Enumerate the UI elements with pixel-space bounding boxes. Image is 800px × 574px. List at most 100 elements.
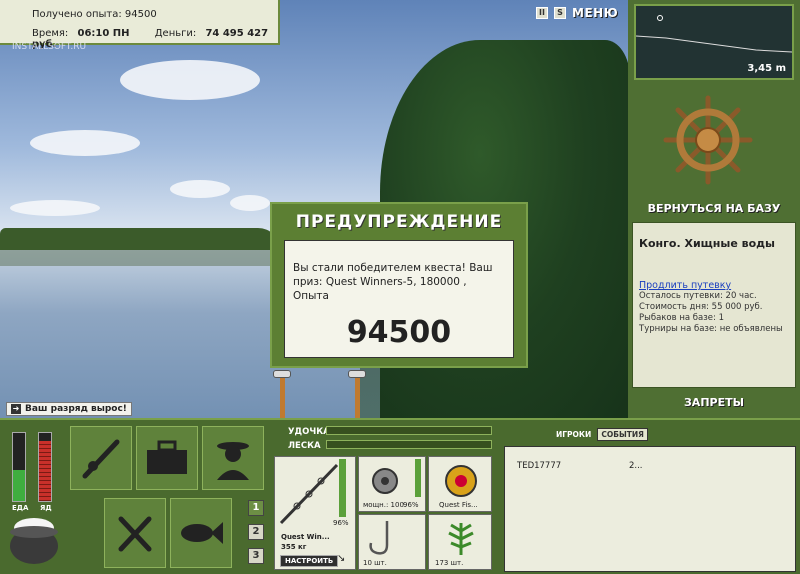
info-line: Стоимость дня: 55 000 руб. [639, 302, 763, 312]
bottom-panel: ЕДА ЯД 1 2 3 УДОЧКА ЛЕСКА 96% Quest Win.… [0, 418, 800, 574]
reel-durability-bar [415, 459, 421, 497]
exp-label: Получено опыта: [32, 9, 122, 20]
diagonal-arrow-icon: ↘ [337, 553, 346, 564]
dialog-exp-value: 94500 [346, 315, 452, 350]
rod-percent: 96% [333, 519, 349, 527]
cloud [30, 130, 140, 156]
page-button-3[interactable]: 3 [248, 548, 264, 564]
cloud [120, 60, 260, 100]
depth-line [636, 35, 792, 53]
dialog-body: Вы стали победителем квеста! Ваш приз: Q… [284, 240, 514, 358]
setup-button[interactable]: НАСТРОИТЬ [280, 555, 339, 567]
float-marker [657, 15, 663, 21]
hook-icon [369, 521, 389, 555]
hook-caption: 10 шт. [363, 559, 387, 567]
hook-slot[interactable]: 10 шт. [358, 514, 426, 570]
needs-meters: ЕДА ЯД [10, 432, 58, 512]
line-label: ЛЕСКА [288, 441, 321, 451]
rod-stand-head [273, 370, 291, 378]
pause-icon[interactable]: II [536, 7, 548, 19]
tackle-box-icon [147, 440, 187, 474]
rank-message: Ваш разряд вырос! [25, 404, 127, 414]
rod-durability-bar [339, 459, 346, 517]
rank-notification[interactable]: ➜ Ваш разряд вырос! [6, 402, 132, 416]
sound-icon[interactable]: S [554, 7, 566, 19]
dialog-message: Вы стали победителем квеста! Ваш приз: Q… [293, 262, 493, 302]
tab-events[interactable]: СОБЫТИЯ [597, 428, 648, 441]
player-value: 2... [629, 461, 643, 471]
location-title: Конго. Хищные воды [639, 237, 775, 250]
menu-button[interactable]: МЕНЮ [572, 6, 618, 20]
tackle-panel: УДОЧКА ЛЕСКА 96% Quest Win... 355 кг НАС… [270, 424, 496, 574]
tab-players[interactable]: ИГРОКИ [556, 430, 591, 439]
cloud [170, 180, 230, 198]
bans-button[interactable]: ЗАПРЕТЫ [628, 396, 800, 409]
fish-keeper-tile[interactable] [170, 498, 232, 568]
rod-slot[interactable]: 96% Quest Win... 355 кг НАСТРОИТЬ ↘ [274, 456, 356, 570]
extend-trip-link[interactable]: Продлить путевку [639, 280, 789, 291]
fork-knife-icon [118, 516, 152, 552]
top-toolbar: II S МЕНЮ [536, 6, 618, 20]
arrow-right-icon: ➜ [11, 404, 21, 414]
back-to-base-button[interactable]: ВЕРНУТЬСЯ НА БАЗУ [628, 202, 800, 215]
shore-reflection [0, 250, 280, 266]
food-label: ЕДА [12, 504, 29, 512]
right-panel: 3,45 m ВЕРНУТЬСЯ НА БАЗУ Конго. Хищные в… [628, 0, 800, 418]
tackle-box-tile[interactable] [136, 426, 198, 490]
distant-shore [0, 228, 280, 250]
fishing-rod-icon [82, 439, 120, 479]
rod-stand-head [348, 370, 366, 378]
poison-meter [38, 432, 52, 502]
reel-slot[interactable]: мощн.: 100 96% [358, 456, 426, 512]
bait-slot[interactable]: 173 шт. [428, 514, 492, 570]
list-item[interactable]: TED17777 2... [517, 461, 795, 471]
poison-label: ЯД [40, 504, 52, 512]
dialog-title: ПРЕДУПРЕЖДЕНИЕ [295, 212, 503, 232]
reel-percent: 96% [403, 501, 419, 509]
fisherman-tile[interactable] [202, 426, 264, 490]
players-panel: ИГРОКИ СОБЫТИЯ TED17777 2... [502, 424, 798, 574]
info-line: Осталось путевки: 20 час. [639, 291, 757, 301]
fisherman-icon [217, 442, 249, 480]
bait-caption: 173 шт. [435, 559, 464, 567]
cloud [10, 200, 100, 216]
line-spool-icon [445, 465, 477, 497]
food-meter [12, 432, 26, 502]
cauldron-icon[interactable] [8, 512, 60, 568]
poison-meter-fill [39, 441, 51, 501]
info-line: Рыбаков на базе: 1 [639, 313, 724, 323]
rod-bar [326, 426, 492, 435]
line-bar [326, 440, 492, 449]
line-caption: Quest Fis... [439, 501, 478, 509]
time-value: 06:10 ПН [77, 28, 130, 39]
depth-sonar: 3,45 m [634, 4, 794, 80]
depth-value: 3,45 m [747, 63, 786, 74]
rod-slot-tile[interactable] [70, 426, 132, 490]
ship-wheel-icon[interactable] [662, 94, 754, 186]
status-panel: Получено опыта: 94500 Время: 06:10 ПН Де… [0, 0, 280, 50]
reel-caption: мощн.: 100 [363, 501, 404, 509]
time-label: Время: [32, 28, 69, 39]
cloud [230, 195, 270, 211]
rod-label: УДОЧКА [288, 427, 330, 437]
food-tile[interactable] [104, 498, 166, 568]
rod-name: Quest Win... [281, 533, 330, 541]
reel-icon [372, 468, 398, 494]
watermark: INSTALLSOFT.RU [12, 42, 87, 52]
player-name: TED17777 [517, 461, 562, 471]
rod-image-icon [279, 463, 339, 525]
info-line: Турниры на базе: не объявлены [639, 324, 783, 334]
food-meter-fill [13, 470, 25, 501]
page-button-2[interactable]: 2 [248, 524, 264, 540]
fish-icon [181, 522, 223, 544]
rod-stand [355, 372, 360, 418]
warning-dialog[interactable]: ПРЕДУПРЕЖДЕНИЕ Вы стали победителем квес… [270, 202, 528, 368]
players-list: TED17777 2... [504, 446, 796, 572]
line-slot[interactable]: Quest Fis... [428, 456, 492, 512]
bait-icon [448, 523, 474, 555]
money-label: Деньги: [154, 28, 197, 39]
rod-weight: 355 кг [281, 543, 307, 551]
rod-stand [280, 372, 285, 418]
players-tabs: ИГРОКИ СОБЫТИЯ [556, 428, 648, 441]
page-button-1[interactable]: 1 [248, 500, 264, 516]
